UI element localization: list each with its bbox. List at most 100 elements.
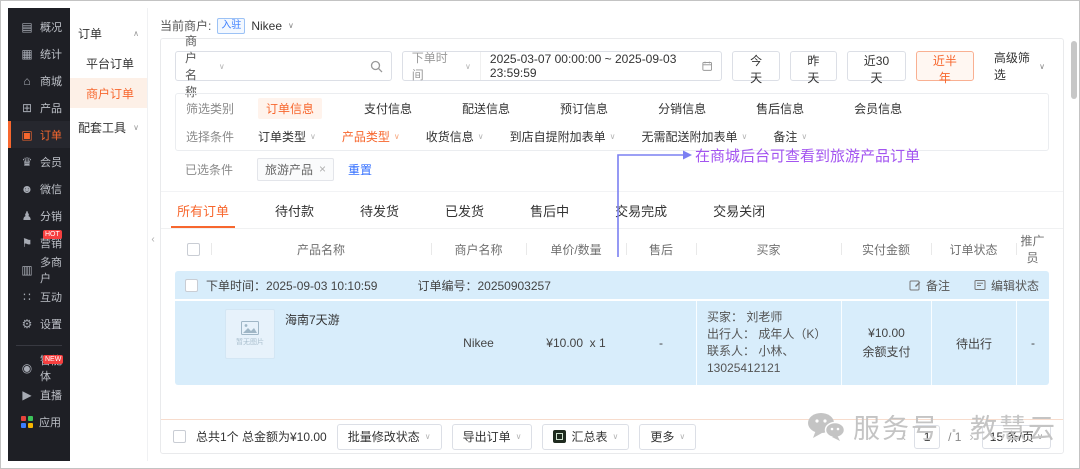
sidebar-item-overview[interactable]: ▤概况 bbox=[8, 13, 70, 40]
header-order-status: 订单状态 bbox=[931, 241, 1016, 258]
agent-icon: ◉ bbox=[20, 361, 34, 375]
traveler: 出行人： 成年人（K） bbox=[707, 326, 826, 343]
subnav-item-merchant-orders[interactable]: 商户订单 bbox=[70, 78, 147, 108]
export-orders-button[interactable]: 导出订单∨ bbox=[452, 424, 533, 450]
tab-pending-payment[interactable]: 待付款 bbox=[275, 192, 314, 228]
reset-filters-link[interactable]: 重置 bbox=[348, 161, 372, 178]
footer-select-all-checkbox[interactable] bbox=[173, 430, 186, 443]
quick-halfyear-button[interactable]: 近半年 bbox=[916, 51, 974, 81]
condition-nodelivery-form[interactable]: 无需配送附加表单∨ bbox=[642, 128, 748, 145]
sidebar-divider bbox=[16, 345, 62, 346]
sidebar-item-products[interactable]: ⊞产品 bbox=[8, 94, 70, 121]
quick-yesterday-button[interactable]: 昨天 bbox=[790, 51, 837, 81]
condition-product-type[interactable]: 产品类型∨ bbox=[342, 128, 400, 145]
more-actions-button[interactable]: 更多∨ bbox=[639, 424, 696, 450]
sidebar-item-mall[interactable]: ⌂商城 bbox=[8, 67, 70, 94]
chevron-down-icon: ∨ bbox=[742, 132, 748, 141]
main-content: ‹ 当前商户: 入驻 Nikee ∨ 商户名称 ∨ bbox=[148, 8, 1072, 461]
subnav-group-orders[interactable]: 订单∧ bbox=[70, 18, 147, 48]
page-size-select[interactable]: 15 条/页 ∨ bbox=[982, 425, 1051, 449]
total-pages-label: / 1 bbox=[948, 430, 961, 444]
tab-shipped[interactable]: 已发货 bbox=[445, 192, 484, 228]
category-member-info[interactable]: 会员信息 bbox=[846, 98, 910, 119]
order-checkbox[interactable] bbox=[185, 279, 198, 292]
summary-sheet-button[interactable]: 汇总表∨ bbox=[542, 424, 629, 450]
calendar-icon bbox=[702, 60, 712, 72]
remove-tag-icon[interactable]: × bbox=[319, 162, 326, 176]
sidebar-item-live[interactable]: ▶直播 bbox=[8, 381, 70, 408]
tab-completed[interactable]: 交易完成 bbox=[615, 192, 667, 228]
condition-order-type[interactable]: 订单类型 ∨ bbox=[258, 128, 316, 145]
sidebar-item-distribution[interactable]: ♟分销 bbox=[8, 202, 70, 229]
subnav-group-tools[interactable]: 配套工具∨ bbox=[70, 112, 147, 142]
sidebar-item-stats[interactable]: ▦ 统计 bbox=[8, 40, 70, 67]
sidebar-item-orders[interactable]: ▣订单 bbox=[8, 121, 70, 148]
category-delivery-info[interactable]: 配送信息 bbox=[454, 98, 518, 119]
condition-pickup-form[interactable]: 到店自提附加表单∨ bbox=[510, 128, 616, 145]
search-icon[interactable] bbox=[362, 60, 391, 73]
sidebar-label: 统计 bbox=[40, 46, 62, 62]
order-row-header: 下单时间：2025-09-03 10:10:59 订单编号：2025090325… bbox=[175, 271, 1049, 301]
sidebar-item-apps[interactable]: 应用 bbox=[8, 408, 70, 435]
sidebar-label: 互动 bbox=[40, 289, 62, 305]
filter-category-label: 筛选类别 bbox=[186, 100, 258, 117]
prev-page-button[interactable]: ‹ bbox=[902, 429, 906, 444]
condition-remark[interactable]: 备注∨ bbox=[773, 128, 807, 145]
overview-icon: ▤ bbox=[20, 20, 34, 34]
sidebar-item-marketing[interactable]: ⚑营销HOT bbox=[8, 229, 70, 256]
search-input[interactable] bbox=[234, 53, 362, 79]
header-price-qty: 单价/数量 bbox=[526, 241, 626, 258]
date-range-input[interactable]: 2025-03-07 00:00:00 ~ 2025-09-03 23:59:5… bbox=[480, 52, 722, 80]
sidebar-item-settings[interactable]: ⚙设置 bbox=[8, 310, 70, 337]
category-aftersale-info[interactable]: 售后信息 bbox=[748, 98, 812, 119]
chevron-down-icon: ∨ bbox=[478, 132, 484, 141]
category-order-info[interactable]: 订单信息 bbox=[258, 98, 322, 119]
sidebar-item-multi-merchant[interactable]: ▥多商户 bbox=[8, 256, 70, 283]
category-booking-info[interactable]: 预订信息 bbox=[552, 98, 616, 119]
page-number-input[interactable]: 1 bbox=[914, 425, 940, 449]
category-payment-info[interactable]: 支付信息 bbox=[356, 98, 420, 119]
sidebar-item-agent[interactable]: ◉智能体NEW bbox=[8, 354, 70, 381]
order-paid-amount: ¥10.00 余额支付 bbox=[841, 301, 931, 385]
search-field-select[interactable]: 商户名称 ∨ bbox=[176, 32, 234, 100]
sidebar-item-wechat[interactable]: ☻微信 bbox=[8, 175, 70, 202]
order-note-action[interactable]: 备注 bbox=[909, 277, 950, 294]
subnav-item-platform-orders[interactable]: 平台订单 bbox=[70, 48, 147, 78]
tab-aftersale[interactable]: 售后中 bbox=[530, 192, 569, 228]
batch-modify-status-button[interactable]: 批量修改状态∨ bbox=[337, 424, 442, 450]
tab-closed[interactable]: 交易关闭 bbox=[713, 192, 765, 228]
chevron-down-icon: ∨ bbox=[516, 432, 522, 441]
pay-method: 余额支付 bbox=[862, 343, 910, 362]
next-page-button[interactable]: › bbox=[969, 429, 973, 444]
order-row[interactable]: 下单时间：2025-09-03 10:10:59 订单编号：2025090325… bbox=[175, 271, 1049, 385]
sidebar-item-members[interactable]: ♛会员 bbox=[8, 148, 70, 175]
collapse-sidebar-handle[interactable]: ‹ bbox=[148, 226, 158, 252]
chevron-down-icon: ∨ bbox=[219, 62, 225, 71]
condition-label: 备注 bbox=[773, 128, 797, 145]
stats-icon: ▦ bbox=[20, 47, 34, 61]
chevron-down-icon: ∨ bbox=[310, 132, 316, 141]
sidebar-label: 直播 bbox=[40, 387, 62, 403]
chevron-down-icon[interactable]: ∨ bbox=[288, 21, 294, 30]
sidebar-label: 微信 bbox=[40, 181, 62, 197]
quick-30days-button[interactable]: 近30天 bbox=[847, 51, 906, 81]
filter-condition-row: 选择条件 订单类型∨ 产品类型∨ 收货信息∨ 到店自提附加表单∨ 无需配送附加表… bbox=[176, 122, 1048, 150]
condition-label: 收货信息 bbox=[426, 128, 474, 145]
scrollbar-thumb[interactable] bbox=[1071, 41, 1077, 99]
order-edit-status-action[interactable]: 编辑状态 bbox=[974, 277, 1039, 294]
subnav-item-label: 商户订单 bbox=[86, 85, 134, 102]
time-field-select[interactable]: 下单时间 ∨ bbox=[403, 49, 480, 83]
condition-shipping-info[interactable]: 收货信息 ∨ bbox=[426, 128, 484, 145]
sidebar-label: 商城 bbox=[40, 73, 62, 89]
contact: 联系人： 小林、13025412121 bbox=[707, 343, 831, 377]
orders-panel: 商户名称 ∨ 下单时间 ∨ 20 bbox=[160, 38, 1064, 454]
condition-label: 订单类型 bbox=[258, 128, 306, 145]
chevron-down-icon: ∨ bbox=[612, 432, 618, 441]
sidebar-item-interaction[interactable]: ∷互动 bbox=[8, 283, 70, 310]
select-all-checkbox[interactable] bbox=[187, 243, 200, 256]
tab-all-orders[interactable]: 所有订单 bbox=[177, 192, 229, 228]
category-distribution-info[interactable]: 分销信息 bbox=[650, 98, 714, 119]
tab-pending-shipment[interactable]: 待发货 bbox=[360, 192, 399, 228]
advanced-filter-toggle[interactable]: 高级筛选 ∨ bbox=[994, 49, 1049, 83]
quick-today-button[interactable]: 今天 bbox=[732, 51, 779, 81]
